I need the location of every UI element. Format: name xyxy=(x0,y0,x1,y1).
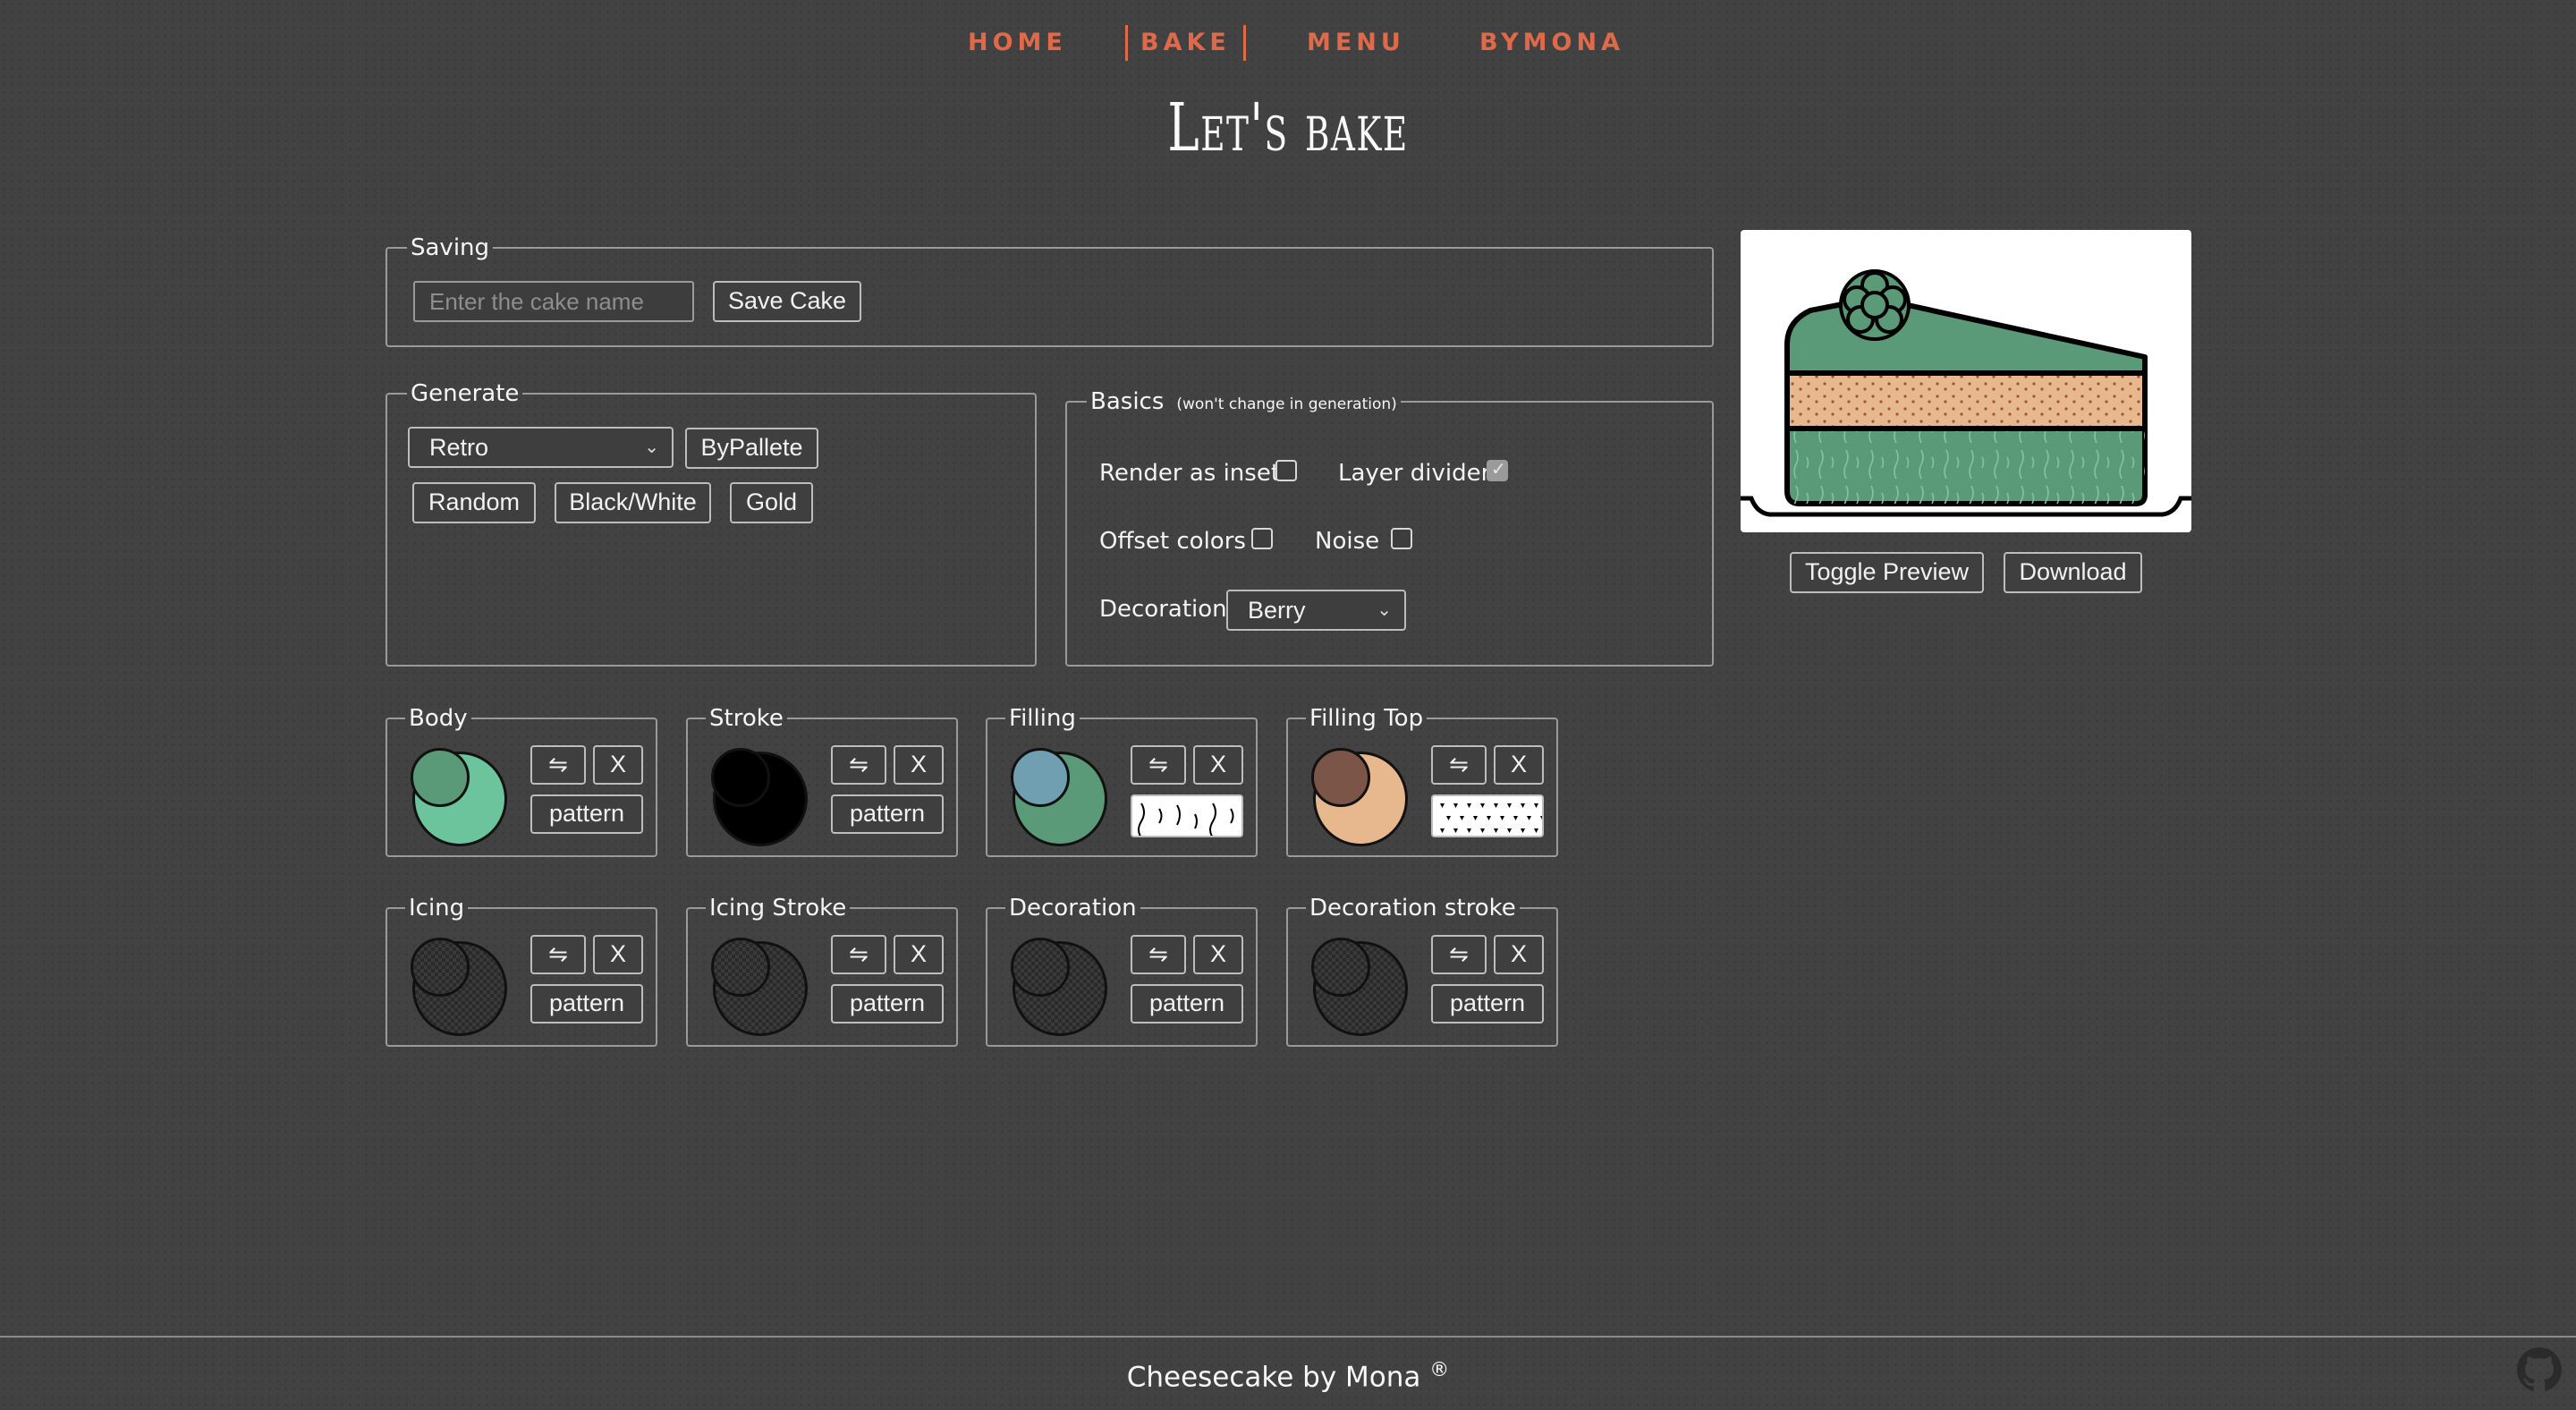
color-swatch-front[interactable] xyxy=(1011,938,1070,997)
color-swatch-front[interactable] xyxy=(1311,938,1370,997)
clear-color-button[interactable]: X xyxy=(1193,935,1243,974)
layer-divider-checkbox[interactable] xyxy=(1487,458,1508,481)
palette-select[interactable]: Retro ⌄ xyxy=(408,427,674,468)
color-card-label: Icing xyxy=(409,895,465,922)
color-card-label: Body xyxy=(409,705,468,732)
swap-colors-button[interactable]: ⇋ xyxy=(1431,935,1487,974)
color-card-label: Filling Top xyxy=(1309,705,1424,732)
nav-menu[interactable]: MENU xyxy=(1307,25,1405,61)
decoration-select[interactable]: Berry ⌄ xyxy=(1226,590,1406,631)
pattern-button[interactable]: pattern xyxy=(1431,984,1544,1024)
black-white-button[interactable]: Black/White xyxy=(555,482,711,523)
color-swatch-front[interactable] xyxy=(1011,748,1070,807)
download-button[interactable]: Download xyxy=(2004,552,2142,593)
decoration-select-value: Berry xyxy=(1248,597,1306,624)
page-title: Let's bake xyxy=(1167,89,1409,166)
cake-slice-image xyxy=(1741,269,2191,517)
pattern-button[interactable]: pattern xyxy=(530,984,643,1024)
basics-note: (won't change in generation) xyxy=(1176,395,1397,413)
nav-bymona[interactable]: BYMONA xyxy=(1479,25,1624,61)
clear-color-button[interactable]: X xyxy=(593,935,643,974)
swap-colors-button[interactable]: ⇋ xyxy=(1431,745,1487,785)
clear-color-button[interactable]: X xyxy=(1494,745,1544,785)
by-palette-button[interactable]: ByPallete xyxy=(685,428,818,469)
color-swatch-front[interactable] xyxy=(711,748,770,807)
clear-color-button[interactable]: X xyxy=(1193,745,1243,785)
basics-legend: Basics (won't change in generation) xyxy=(1087,388,1401,415)
clear-color-button[interactable]: X xyxy=(894,745,944,785)
noise-label: Noise xyxy=(1315,528,1380,555)
registered-mark: ® xyxy=(1429,1359,1450,1381)
nav-home[interactable]: HOME xyxy=(968,25,1067,61)
pattern-button[interactable]: pattern xyxy=(831,984,944,1024)
github-icon[interactable] xyxy=(2517,1347,2562,1392)
clear-color-button[interactable]: X xyxy=(894,935,944,974)
layer-divider-label: Layer divider xyxy=(1338,460,1491,487)
footer-text: Cheesecake by Mona xyxy=(1126,1361,1421,1394)
toggle-preview-button[interactable]: Toggle Preview xyxy=(1790,552,1984,593)
generate-legend: Generate xyxy=(411,380,520,407)
chevron-down-icon: ⌄ xyxy=(1377,600,1392,620)
render-inset-checkbox[interactable] xyxy=(1275,460,1297,481)
cake-preview xyxy=(1741,230,2191,532)
pattern-button[interactable]: pattern xyxy=(530,794,643,834)
swap-colors-button[interactable]: ⇋ xyxy=(1131,745,1186,785)
save-cake-button[interactable]: Save Cake xyxy=(713,281,861,322)
color-card-label: Stroke xyxy=(709,705,784,732)
swap-colors-button[interactable]: ⇋ xyxy=(1131,935,1186,974)
basics-title: Basics xyxy=(1090,388,1165,415)
render-inset-label: Render as inset xyxy=(1099,460,1281,487)
clear-color-button[interactable]: X xyxy=(1494,935,1544,974)
swap-colors-button[interactable]: ⇋ xyxy=(530,935,586,974)
color-swatch-front[interactable] xyxy=(711,938,770,997)
footer-text-wrap: Cheesecake by Mona ® xyxy=(0,1359,2576,1393)
random-button[interactable]: Random xyxy=(412,482,536,523)
cake-name-input[interactable] xyxy=(413,281,694,322)
chevron-down-icon: ⌄ xyxy=(644,437,659,457)
nav-bake[interactable]: BAKE xyxy=(1125,25,1246,61)
footer: Cheesecake by Mona ® xyxy=(0,1336,2576,1410)
color-swatch-front[interactable] xyxy=(411,938,470,997)
color-card-label: Icing Stroke xyxy=(709,895,847,922)
pattern-button[interactable]: pattern xyxy=(831,794,944,834)
color-card-label: Decoration stroke xyxy=(1309,895,1516,922)
pattern-thumbnail[interactable] xyxy=(1131,794,1243,837)
top-nav: HOME BAKE MENU BYMONA xyxy=(0,25,2576,61)
pattern-thumbnail[interactable] xyxy=(1431,794,1544,837)
swap-colors-button[interactable]: ⇋ xyxy=(831,935,886,974)
noise-checkbox[interactable] xyxy=(1391,528,1412,549)
clear-color-button[interactable]: X xyxy=(593,745,643,785)
pattern-button[interactable]: pattern xyxy=(1131,984,1243,1024)
swap-colors-button[interactable]: ⇋ xyxy=(831,745,886,785)
saving-legend: Saving xyxy=(411,234,490,261)
decoration-label: Decoration xyxy=(1099,596,1227,623)
offset-colors-label: Offset colors xyxy=(1099,528,1246,555)
color-card-label: Filling xyxy=(1009,705,1076,732)
color-swatch-front[interactable] xyxy=(1311,748,1370,807)
generate-panel: Generate xyxy=(386,380,1037,667)
color-swatch-front[interactable] xyxy=(411,748,470,807)
gold-button[interactable]: Gold xyxy=(730,482,813,523)
palette-select-value: Retro xyxy=(429,434,489,461)
swap-colors-button[interactable]: ⇋ xyxy=(530,745,586,785)
offset-colors-checkbox[interactable] xyxy=(1251,528,1273,549)
color-card-label: Decoration xyxy=(1009,895,1137,922)
